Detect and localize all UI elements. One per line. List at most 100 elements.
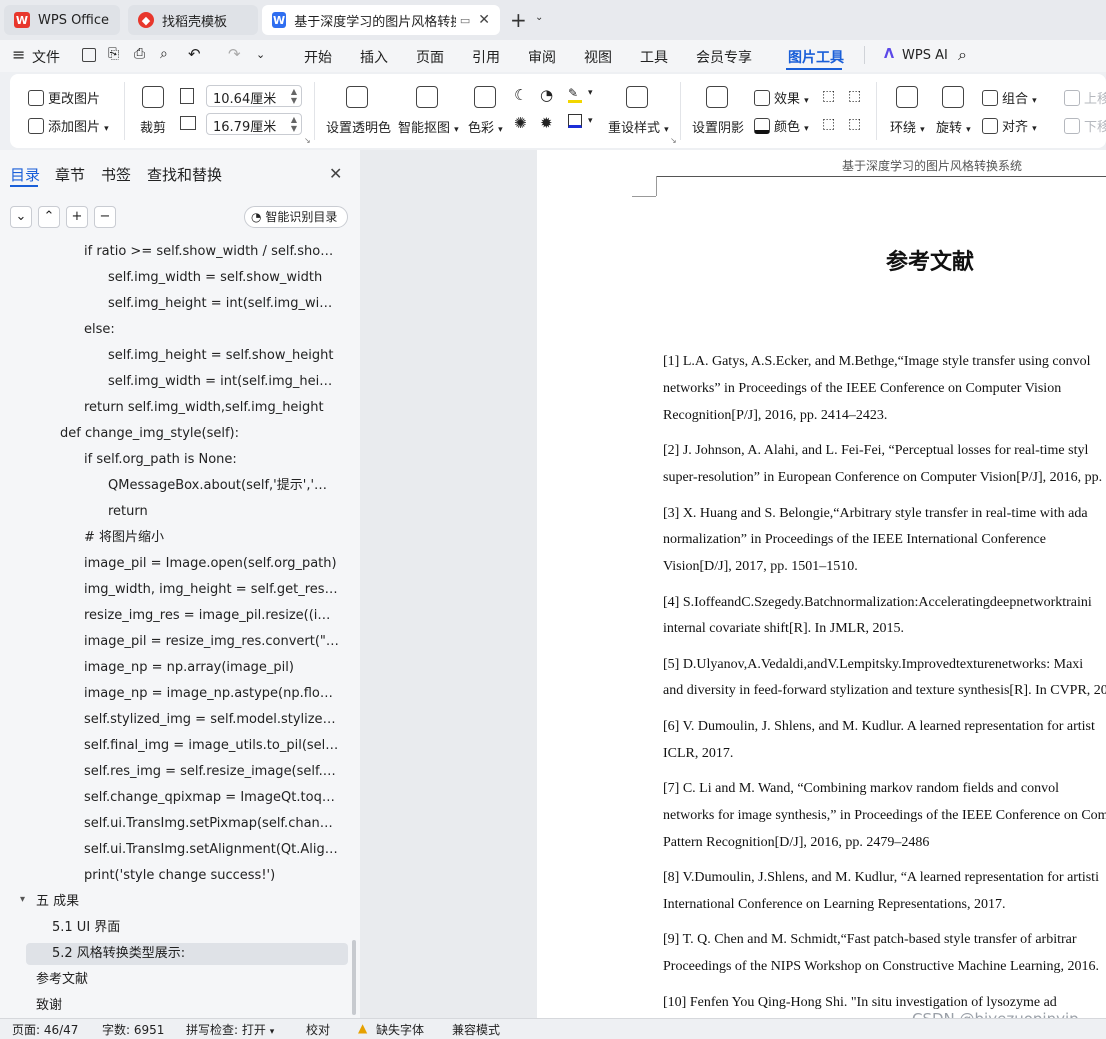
tab-wps-office[interactable]: W WPS Office [4,5,120,35]
toc-item[interactable]: image_np = image_np.astype(np.float32) /… [84,683,340,705]
tab-document[interactable]: W 基于深度学习的图片风格转换系 ▭ ✕ [262,5,500,35]
toc-item[interactable]: self.stylized_img = self.model.stylize(i… [84,709,340,731]
dialog-launcher-icon[interactable]: ↘ [304,136,311,145]
shadow-left-icon[interactable]: ⬚ [822,116,835,132]
tab-bookmark[interactable]: 书签 [101,164,131,185]
toc-item[interactable]: resize_img_res = image_pil.resize((img_w… [84,605,340,627]
undo-icon[interactable]: ↶ [188,45,201,63]
menu-view[interactable]: 视图 [584,47,612,67]
group-button[interactable]: 组合 ▾ [982,88,1037,107]
toc-item[interactable]: self.img_height = self.show_height [108,345,340,367]
shadow-up-icon[interactable]: ⬚ [822,88,835,104]
menu-reference[interactable]: 引用 [472,47,500,67]
brightness-icon[interactable]: ✺ [514,114,527,132]
outline-color-icon[interactable] [568,114,582,128]
crop-button[interactable]: 裁剪 [140,117,166,136]
page-indicator[interactable]: 页面: 46/47 [12,1021,78,1038]
toc-item[interactable]: image_np = np.array(image_pil) [84,657,340,679]
toc-item[interactable]: self.res_img = self.resize_image(self.fi… [84,761,340,783]
menu-file[interactable]: 文件 [32,47,60,67]
print-preview-icon[interactable]: ⌕ [160,46,168,62]
move-down-button[interactable]: 下移 [1064,116,1106,135]
toc-item[interactable]: self.change_qpixmap = ImageQt.toqpixma .… [84,787,340,809]
toc-item[interactable]: 致谢 [36,995,340,1017]
add-heading-button[interactable]: + [66,206,88,228]
menu-page[interactable]: 页面 [416,47,444,67]
panel-scrollbar[interactable] [352,940,356,1015]
fill-color-icon[interactable]: ✎ [568,86,582,103]
remove-heading-button[interactable]: − [94,206,116,228]
brightness-up-icon[interactable]: ☾ [514,86,527,104]
expand-caret-icon[interactable]: ▾ [20,894,25,905]
spinner-arrows-icon[interactable]: ▲ ▼ [291,87,297,105]
dialog-launcher-icon[interactable]: ↘ [670,136,677,145]
toc-item[interactable]: print('style change success!') [84,865,340,887]
menu-tools[interactable]: 工具 [640,47,668,67]
rotate-button[interactable]: 旋转 ▾ [936,117,971,136]
set-transparent-button[interactable]: 设置透明色 [326,117,391,136]
align-button[interactable]: 对齐 ▾ [982,116,1037,135]
toc-item[interactable]: self.ui.TransImg.setPixmap(self.change_q… [84,813,340,835]
toc-item[interactable]: self.img_width = self.show_width [108,267,340,289]
chevron-down-icon[interactable]: ▾ [588,88,593,98]
toc-item[interactable]: else: [84,319,340,341]
save-icon[interactable] [82,48,96,62]
toc-item[interactable]: 五 成果 [36,891,340,913]
shadow-down-icon[interactable]: ⬚ [848,88,861,104]
expand-down-button[interactable]: ⌄ [10,206,32,228]
proofread-button[interactable]: 校对 [306,1021,330,1038]
contrast-icon[interactable]: ◔ [540,86,553,104]
toc-item[interactable]: 5.1 UI 界面 [52,917,340,939]
menu-wps-ai[interactable]: WPS AI [902,48,948,63]
effect-button[interactable]: 效果 ▾ [754,88,809,107]
missing-font-button[interactable]: 缺失字体 [376,1021,424,1038]
shadow-right-icon[interactable]: ⬚ [848,116,861,132]
toc-item[interactable]: 参考文献 [36,969,340,991]
menu-insert[interactable]: 插入 [360,47,388,67]
tab-chapter[interactable]: 章节 [55,164,85,185]
toc-item[interactable]: # 将图片缩小 [84,527,340,549]
print-icon[interactable]: ⎙ [134,46,145,62]
smart-toc-button[interactable]: ◔ 智能识别目录 [244,206,348,228]
tab-template[interactable]: ◆ 找稻壳模板 [128,5,258,35]
smart-cutout-button[interactable]: 智能抠图 ▾ [398,117,459,136]
reset-style-button[interactable]: 重设样式 ▾ [608,117,669,136]
search-icon[interactable]: ⌕ [958,45,967,65]
set-shadow-button[interactable]: 设置阴影 [692,117,744,136]
height-input[interactable]: 16.79厘米 ▲ ▼ [206,113,302,135]
change-image-button[interactable]: 更改图片 [28,88,100,107]
sharpen-icon[interactable]: ✹ [540,114,553,132]
shape-color-button[interactable]: 颜色 ▾ [754,116,809,135]
tab-toc[interactable]: 目录 [10,164,40,185]
menu-picture-tools[interactable]: 图片工具 [788,47,844,67]
collapse-up-button[interactable]: ⌃ [38,206,60,228]
more-icon[interactable]: ⌄ [256,48,265,61]
toc-item[interactable]: self.img_width = int(self.img_height * r… [108,371,340,393]
hamburger-icon[interactable]: ≡ [12,45,25,64]
toc-item[interactable]: image_pil = Image.open(self.org_path) [84,553,340,575]
chevron-down-icon[interactable]: ⌄ [535,12,543,23]
tab-find-replace[interactable]: 查找和替换 [147,164,222,185]
close-panel-icon[interactable]: ✕ [329,164,342,183]
toc-item[interactable]: image_pil = resize_img_res.convert("RGB"… [84,631,340,653]
toc-item[interactable]: if ratio >= self.show_width / self.show_… [84,241,340,263]
chevron-down-icon[interactable]: ▾ [588,116,593,126]
toc-item[interactable]: def change_img_style(self): [60,423,340,445]
add-image-button[interactable]: 添加图片 ▾ [28,116,109,135]
toc-item[interactable]: QMessageBox.about(self,'提示','请先选 ... [108,475,340,497]
menu-home[interactable]: 开始 [304,47,332,67]
move-up-button[interactable]: 上移 [1064,88,1106,107]
width-input[interactable]: 10.64厘米 ▲ ▼ [206,85,302,107]
toc-item[interactable]: self.ui.TransImg.setAlignment(Qt.AlignCe… [84,839,340,861]
spell-check[interactable]: 拼写检查: 打开 ▾ [186,1021,274,1038]
redo-icon[interactable]: ↷ [228,45,241,63]
document-page[interactable] [537,150,1106,1018]
toc-item[interactable]: self.final_img = image_utils.to_pil(self… [84,735,340,757]
export-icon[interactable]: ⎘ [108,46,119,62]
toc-item[interactable]: 5.2 风格转换类型展示: [26,943,348,965]
new-tab-icon[interactable]: + [510,8,527,32]
toc-item[interactable]: img_width, img_height = self.get_resize_… [84,579,340,601]
toc-item[interactable]: return [108,501,340,523]
toc-item[interactable]: self.img_height = int(self.img_width / r… [108,293,340,315]
spinner-arrows-icon[interactable]: ▲ ▼ [291,115,297,133]
